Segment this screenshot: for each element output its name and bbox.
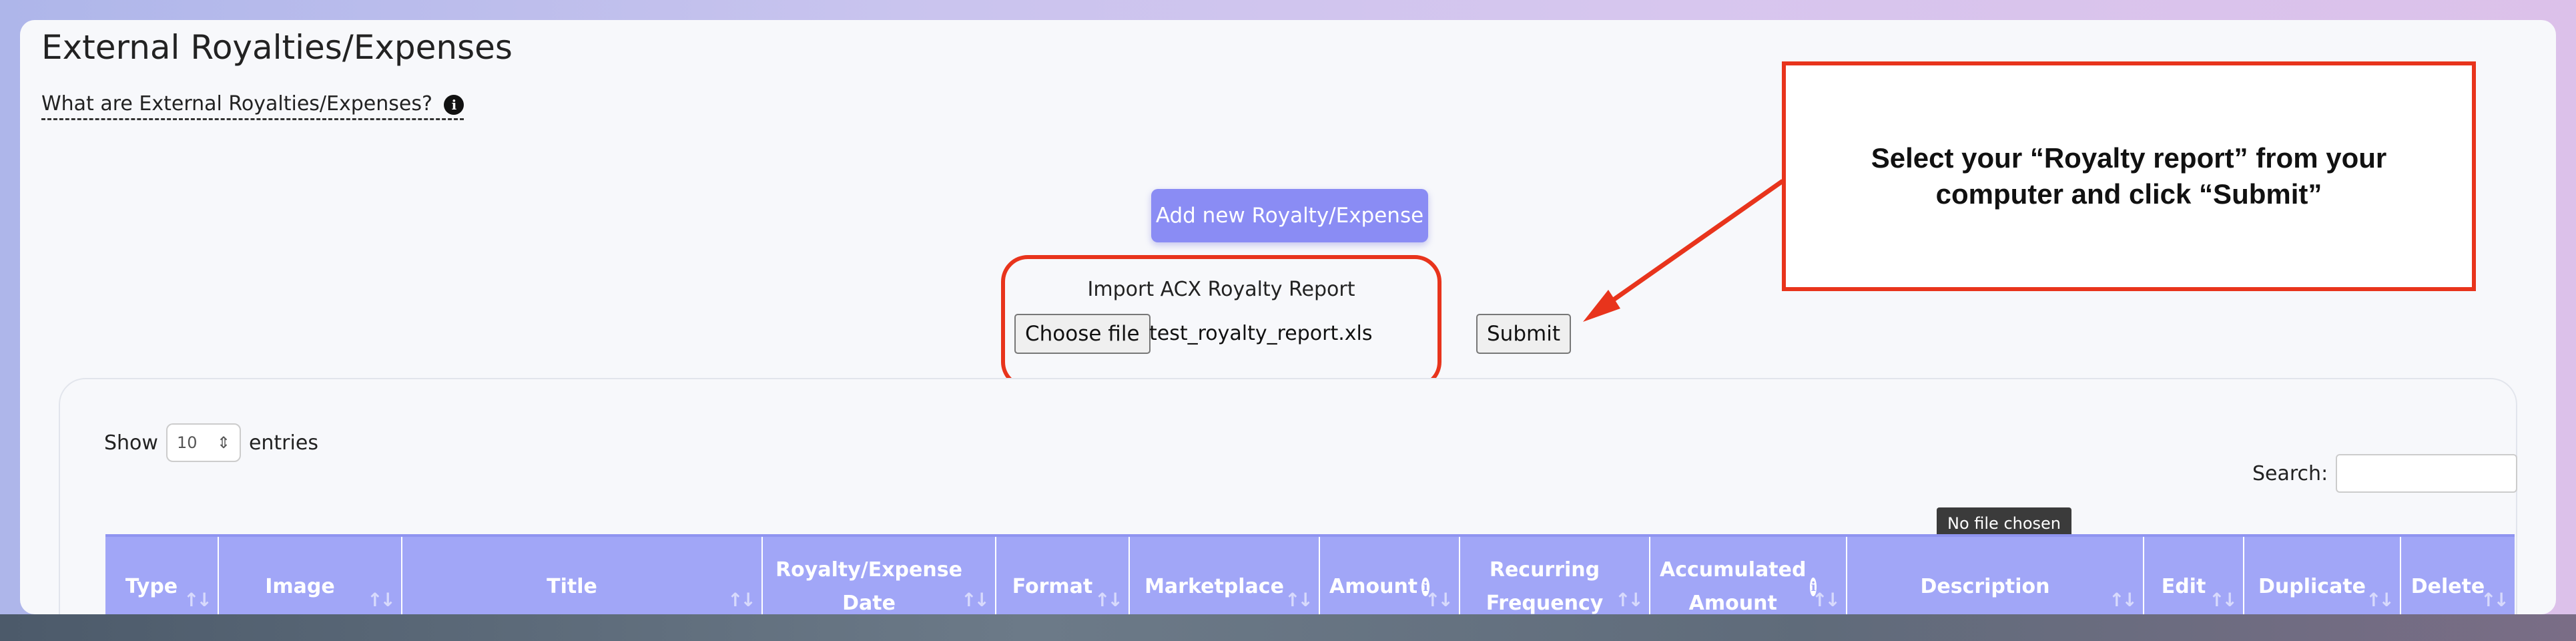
search-label: Search: bbox=[2252, 462, 2328, 485]
import-acx-report-section: Import ACX Royalty Report Choose file te… bbox=[1001, 255, 1571, 389]
column-header-label: Title bbox=[547, 575, 597, 598]
column-header-edit[interactable]: Edit ↑↓ bbox=[2144, 537, 2244, 614]
column-header-label: Amount bbox=[1329, 575, 1418, 598]
column-header-accumulated-amount[interactable]: Accumulated Amount i ↑↓ bbox=[1650, 537, 1847, 614]
callout-arrow-head bbox=[1583, 290, 1620, 322]
instruction-callout: Select your “Royalty report” from your c… bbox=[1782, 61, 2476, 291]
entries-value: 10 bbox=[176, 433, 198, 452]
column-header-description[interactable]: Description ↑↓ bbox=[1847, 537, 2144, 614]
column-header-format[interactable]: Format ↑↓ bbox=[996, 537, 1130, 614]
callout-arrow-line bbox=[1600, 179, 1785, 310]
column-header-label: Duplicate bbox=[2258, 575, 2366, 598]
page-title: External Royalties/Expenses bbox=[41, 28, 513, 67]
sort-icon[interactable]: ↑↓ bbox=[1425, 584, 1454, 614]
sort-icon[interactable]: ↑↓ bbox=[2209, 584, 2238, 614]
entries-label: entries bbox=[248, 431, 318, 455]
sort-icon[interactable]: ↑↓ bbox=[184, 584, 212, 614]
column-header-title[interactable]: Title ↑↓ bbox=[402, 537, 763, 614]
sort-icon[interactable]: ↑↓ bbox=[2481, 584, 2509, 614]
help-link-label: What are External Royalties/Expenses? bbox=[41, 92, 432, 116]
column-header-label: Accumulated Amount bbox=[1660, 558, 1807, 614]
info-icon: i bbox=[444, 94, 464, 115]
choose-file-button[interactable]: Choose file bbox=[1014, 314, 1151, 354]
column-header-label: Marketplace bbox=[1145, 575, 1284, 598]
column-header-label: Type bbox=[125, 575, 178, 598]
desktop-background-strip bbox=[0, 614, 2576, 641]
column-header-label: Description bbox=[1920, 575, 2050, 598]
column-header-label: Image bbox=[265, 575, 335, 598]
sort-icon[interactable]: ↑↓ bbox=[1285, 584, 1313, 614]
entries-length-control: Show 10 ⇕ entries bbox=[104, 423, 318, 462]
sort-icon[interactable]: ↑↓ bbox=[2366, 584, 2394, 614]
entries-select[interactable]: 10 ⇕ bbox=[166, 423, 241, 462]
search-input[interactable] bbox=[2336, 454, 2517, 493]
sort-icon[interactable]: ↑↓ bbox=[961, 584, 990, 614]
show-label: Show bbox=[104, 431, 158, 455]
column-header-delete[interactable]: Delete ↑↓ bbox=[2401, 537, 2515, 614]
sort-icon[interactable]: ↑↓ bbox=[1812, 584, 1841, 614]
main-panel: External Royalties/Expenses What are Ext… bbox=[20, 20, 2556, 614]
callout-text: Select your “Royalty report” from your c… bbox=[1871, 142, 2387, 210]
column-header-type[interactable]: Type ↑↓ bbox=[105, 537, 219, 614]
submit-button[interactable]: Submit bbox=[1476, 314, 1571, 354]
column-header-label: Delete bbox=[2410, 575, 2485, 598]
import-label: Import ACX Royalty Report bbox=[1087, 278, 1355, 301]
select-arrows-icon: ⇕ bbox=[216, 433, 230, 452]
sort-icon[interactable]: ↑↓ bbox=[1094, 584, 1123, 614]
column-header-amount[interactable]: Amount i ↑↓ bbox=[1320, 537, 1460, 614]
column-header-royalty-expense-date[interactable]: Royalty/Expense Date ↑↓ bbox=[763, 537, 996, 614]
add-royalty-expense-button[interactable]: Add new Royalty/Expense bbox=[1151, 189, 1428, 242]
column-header-duplicate[interactable]: Duplicate ↑↓ bbox=[2244, 537, 2401, 614]
selected-file-name: test_royalty_report.xls bbox=[1149, 322, 1373, 345]
sort-icon[interactable]: ↑↓ bbox=[2109, 584, 2138, 614]
sort-icon[interactable]: ↑↓ bbox=[1615, 584, 1644, 614]
table-header-row: Type ↑↓ Image ↑↓ Title ↑↓ Royalty/Expense Date… bbox=[105, 534, 2515, 614]
sort-icon[interactable]: ↑↓ bbox=[367, 584, 396, 614]
sort-icon[interactable]: ↑↓ bbox=[727, 584, 756, 614]
column-header-image[interactable]: Image ↑↓ bbox=[219, 537, 402, 614]
column-header-label: Recurring Frequency bbox=[1486, 558, 1604, 614]
column-header-marketplace[interactable]: Marketplace ↑↓ bbox=[1130, 537, 1320, 614]
column-header-label: Royalty/Expense Date bbox=[775, 558, 962, 614]
column-header-label: Format bbox=[1012, 575, 1093, 598]
column-header-label: Edit bbox=[2161, 575, 2206, 598]
column-header-recurring-frequency[interactable]: Recurring Frequency ↑↓ bbox=[1460, 537, 1650, 614]
help-link[interactable]: What are External Royalties/Expenses? i bbox=[41, 92, 464, 120]
